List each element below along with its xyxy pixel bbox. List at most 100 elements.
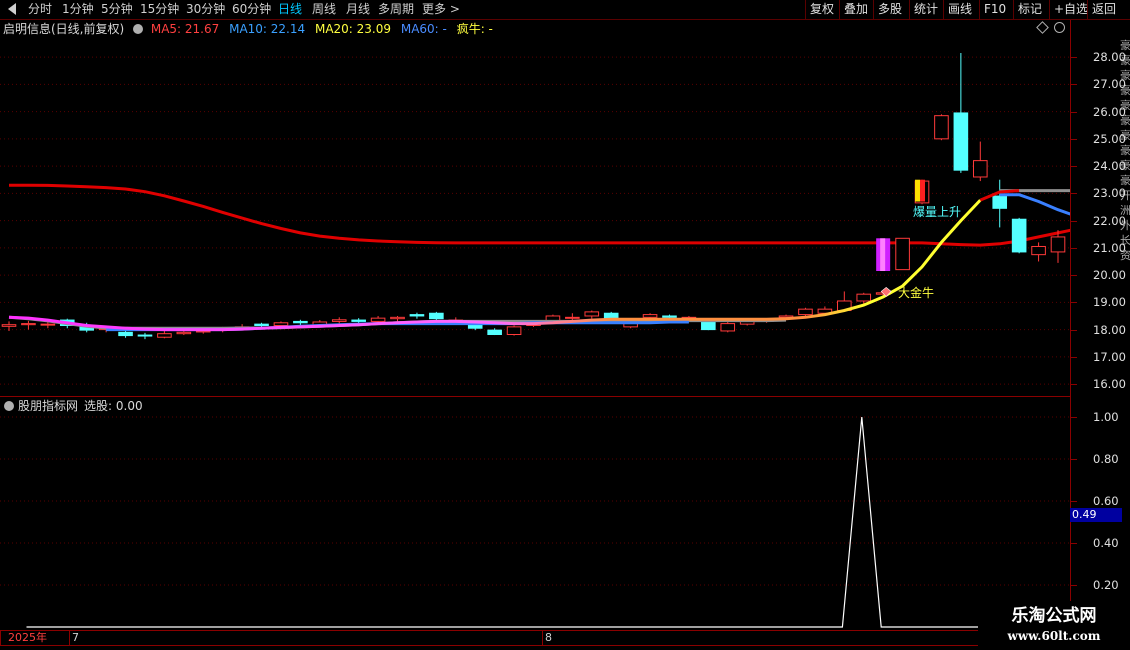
price-axis-label: 26.00 [1093, 104, 1126, 119]
candle-body [662, 315, 677, 318]
baoliang-bar-yellow [915, 179, 921, 202]
baoliang-bar-red [920, 179, 926, 202]
toolbar-button-3[interactable]: 统计 [909, 0, 942, 19]
candle-body [584, 311, 600, 317]
date-axis[interactable]: 2025年 7 8 [0, 630, 980, 646]
candle-body [487, 329, 502, 336]
price-tick [1071, 275, 1077, 277]
toolbar-button-4[interactable]: 画线 [943, 0, 976, 19]
candle-body [506, 326, 522, 336]
ma20-value: MA20: 23.09 [314, 22, 392, 36]
candle-body [273, 322, 289, 327]
menu-left-icon[interactable] [8, 3, 16, 15]
sub-tick [1071, 417, 1077, 418]
candle-body [1, 324, 17, 327]
toolbar-button-2[interactable]: 多股 [873, 0, 906, 19]
candle-body [972, 160, 988, 178]
toolbar-button-1[interactable]: 叠加 [839, 0, 872, 19]
candle-body [118, 331, 133, 337]
sub-axis-label: 1.00 [1093, 410, 1119, 424]
candle-body [331, 319, 347, 322]
ma60-value: MA60: - [400, 22, 447, 36]
price-axis-label: 23.00 [1093, 186, 1126, 201]
sub-tick [1071, 543, 1077, 544]
period-tab-3[interactable]: 15分钟 [140, 1, 179, 18]
period-tab-10[interactable]: 更多 > [422, 1, 460, 18]
toolbar-button-7[interactable]: +自选 [1049, 0, 1092, 19]
toolbar-button-6[interactable]: 标记 [1013, 0, 1046, 19]
price-tick [1071, 138, 1077, 140]
price-axis-label: 27.00 [1093, 77, 1126, 92]
candle-body [195, 330, 211, 333]
period-tab-0[interactable]: 分时 [28, 1, 52, 18]
settings-circle-icon[interactable] [133, 24, 144, 34]
watermark: 乐淘公式网 www.60lt.com [978, 601, 1130, 650]
watermark-title: 乐淘公式网 [1011, 606, 1097, 626]
toolbar-button-5[interactable]: F10 [979, 0, 1010, 19]
ma10-value: MA10: 22.14 [229, 22, 306, 36]
candle-body [1011, 218, 1027, 253]
stock-title[interactable]: 启明信息(日线,前复权) [3, 22, 124, 36]
candle-body [642, 314, 658, 318]
price-tick [1071, 166, 1077, 168]
candle-body [934, 115, 949, 140]
price-tick [1071, 247, 1077, 249]
candle-body [409, 314, 425, 317]
month-divider [542, 631, 543, 645]
period-tab-8[interactable]: 月线 [346, 1, 370, 18]
price-axis-label: 28.00 [1093, 50, 1126, 65]
watermark-url: www.60lt.com [1007, 629, 1101, 643]
period-tab-5[interactable]: 60分钟 [232, 1, 271, 18]
candle-body [798, 308, 813, 316]
toolbar-button-8[interactable]: 返回 [1087, 0, 1120, 19]
circle-icon[interactable] [1054, 22, 1065, 33]
price-axis-label: 17.00 [1093, 349, 1126, 364]
sub-tick [1071, 585, 1077, 586]
candle-body [21, 323, 36, 326]
candle-body [701, 320, 716, 331]
baoliang-label: 爆量上升 [913, 205, 962, 219]
price-axis-label: 16.00 [1093, 377, 1126, 392]
candle-body [293, 320, 308, 324]
price-tick [1071, 220, 1077, 222]
period-tab-4[interactable]: 30分钟 [186, 1, 225, 18]
sub-axis-label: 0.40 [1093, 536, 1119, 550]
price-axis-label: 19.00 [1093, 295, 1126, 310]
candle-body [137, 334, 153, 337]
chart-title-row: 启明信息(日线,前复权) MA5: 21.67 MA10: 22.14 MA20… [0, 20, 1070, 38]
price-axis-label: 25.00 [1093, 131, 1126, 146]
candle-body [370, 317, 386, 322]
toolbar-button-0[interactable]: 复权 [805, 0, 838, 19]
candle-body [565, 316, 580, 319]
candle-body [953, 112, 969, 171]
indicator-value: 疯牛: - [456, 22, 493, 36]
sub-axis-label: 0.60 [1093, 494, 1119, 508]
candlestick-chart[interactable] [0, 38, 1070, 395]
period-tab-6[interactable]: 日线 [278, 1, 302, 18]
candle-body [992, 195, 1008, 209]
candle-body [157, 333, 172, 338]
candle-body [720, 323, 736, 332]
price-tick [1071, 84, 1077, 86]
period-tab-1[interactable]: 1分钟 [62, 1, 94, 18]
period-tab-9[interactable]: 多周期 [378, 1, 414, 18]
volume-signal-bar-inner [880, 238, 886, 272]
period-tab-2[interactable]: 5分钟 [101, 1, 133, 18]
right-column-text: 豪豪豪豪豪豪豪豪豪豪开洲外长资 [1120, 39, 1130, 262]
sub-axis-label: 0.80 [1093, 452, 1119, 466]
signal-chart[interactable] [0, 395, 1070, 629]
sub-axis-label: 0.20 [1093, 578, 1119, 592]
price-tick [1071, 57, 1077, 59]
price-tick [1071, 384, 1077, 386]
candle-body [1050, 236, 1066, 253]
year-label: 2025年 [8, 631, 47, 644]
price-axis-label: 22.00 [1093, 213, 1126, 228]
candle-body [895, 237, 910, 271]
month-label-8: 8 [545, 631, 552, 644]
period-tab-7[interactable]: 周线 [312, 1, 336, 18]
price-tick [1071, 193, 1077, 195]
price-axis-label: 24.00 [1093, 159, 1126, 174]
period-toolbar: 分时 1分钟 5分钟 15分钟 30分钟 60分钟 日线 周线 月线 多周期 更多 > 复权 叠加 多股统… [0, 0, 1130, 20]
dajinniu-label: 大金牛 [898, 286, 935, 300]
candle-body [429, 312, 444, 320]
